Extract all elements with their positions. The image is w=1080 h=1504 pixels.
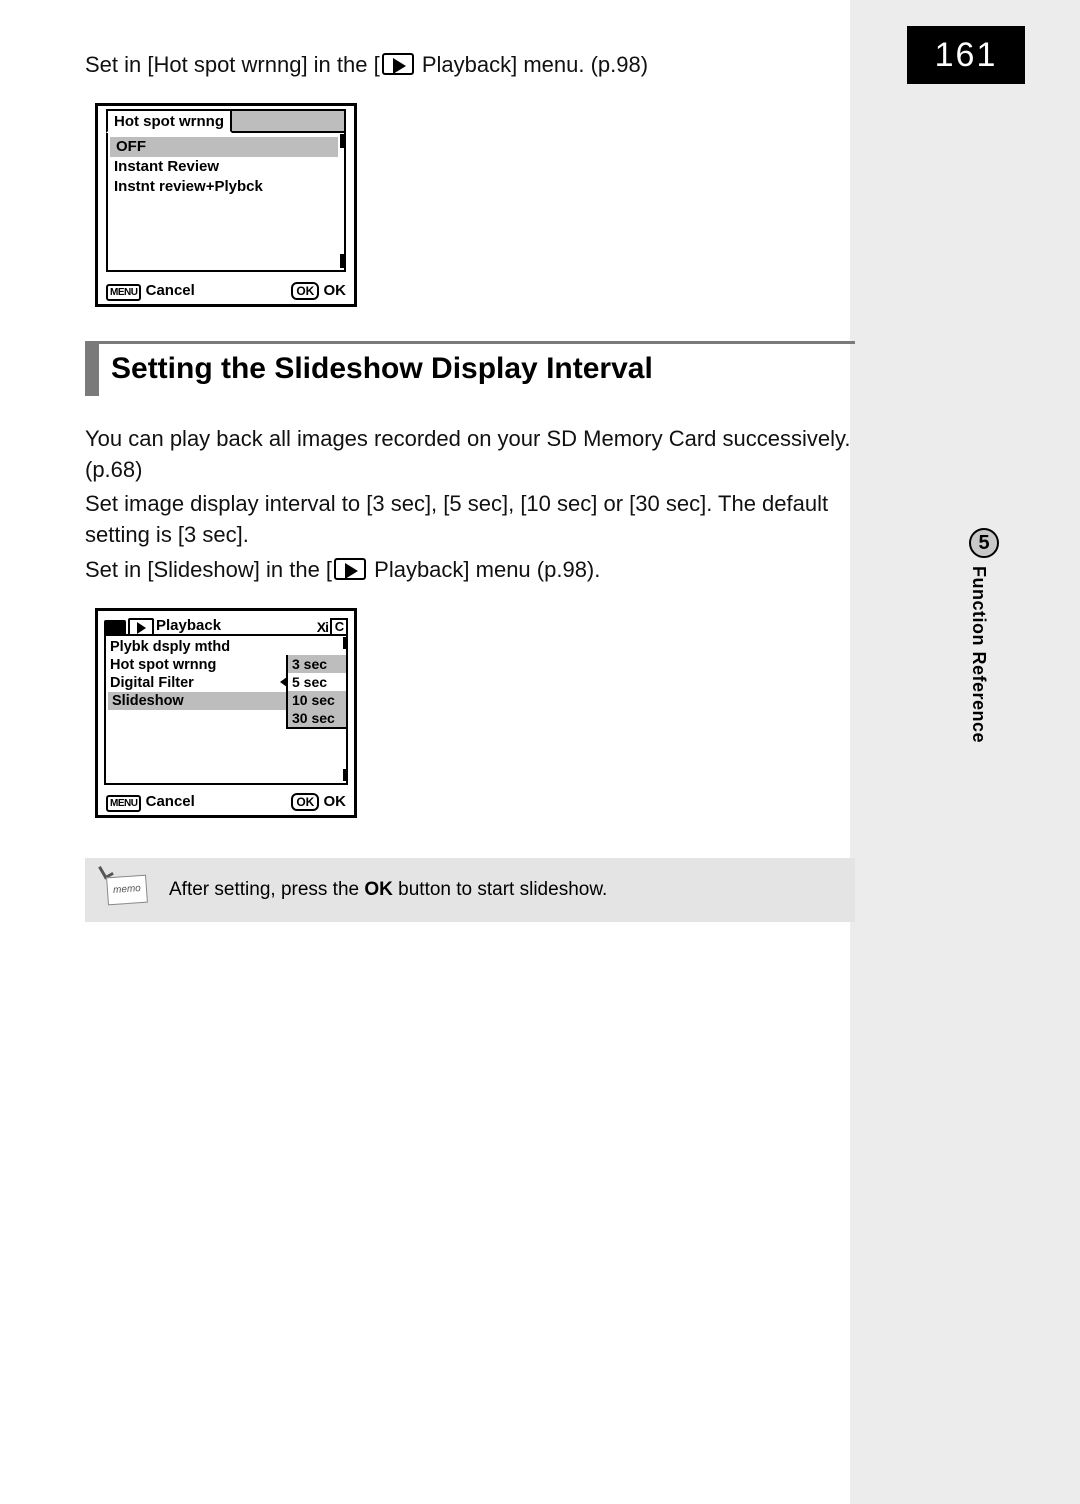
menu-button-icon: MENU	[106, 284, 141, 301]
section-heading: Setting the Slideshow Display Interval	[85, 341, 855, 396]
menu-row[interactable]: Plybk dsply mthd	[106, 638, 346, 656]
interval-option[interactable]: 5 sec	[288, 673, 346, 691]
cancel-text: Cancel	[146, 282, 195, 299]
playback-icon	[382, 53, 414, 75]
memo-text: After setting, press the OK button to st…	[169, 879, 607, 901]
chapter-indicator: 5 Function Reference	[968, 528, 1000, 743]
ok-label: OK OK	[291, 282, 346, 299]
camera-menu-hotspot: Hot spot wrnng OFF Instant Review Instnt…	[95, 103, 357, 307]
memo-text-b: button to start slideshow.	[393, 879, 607, 900]
interval-option[interactable]: 3 sec	[288, 655, 346, 673]
ok-button-icon: OK	[291, 282, 319, 300]
body-para-3: Set in [Slideshow] in the [ Playback] me…	[85, 555, 855, 586]
menu-footer: MENU Cancel OK OK	[98, 789, 354, 815]
cancel-text: Cancel	[146, 793, 195, 810]
body-para-3a: Set in [Slideshow] in the [	[85, 557, 332, 582]
page-side-bg	[850, 0, 1080, 1504]
camera-menu-slideshow: Playback Xi C Plybk dsply mthd Hot spot …	[95, 608, 357, 818]
scrollbar-indicator	[340, 134, 346, 148]
intro-text-b: Playback] menu. (p.98)	[416, 52, 648, 77]
body-para-1: You can play back all images recorded on…	[85, 424, 855, 486]
intro-text: Set in [Hot spot wrnng] in the [ Playbac…	[85, 50, 855, 81]
interval-option[interactable]: 30 sec	[288, 709, 346, 727]
option-dropdown: 3 sec 5 sec 10 sec 30 sec	[286, 655, 348, 729]
menu-tab-title: Hot spot wrnng	[106, 109, 232, 133]
ok-text: OK	[324, 282, 347, 299]
chapter-title: Function Reference	[968, 566, 989, 743]
menu-footer: MENU Cancel OK OK	[98, 278, 354, 304]
menu-option[interactable]: Instant Review	[108, 157, 340, 177]
interval-option[interactable]: 10 sec	[288, 691, 346, 709]
menu-button-icon: MENU	[106, 795, 141, 812]
ok-text: OK	[324, 793, 347, 810]
memo-icon: memo	[101, 872, 147, 908]
memo-text-bold: OK	[364, 879, 393, 900]
scrollbar-indicator	[343, 637, 348, 649]
memo-callout: memo After setting, press the OK button …	[85, 858, 855, 922]
menu-body: OFF Instant Review Instnt review+Plybck	[106, 131, 346, 272]
scrollbar-indicator	[343, 769, 348, 781]
menu-option[interactable]: Instnt review+Plybck	[108, 177, 340, 197]
ok-label: OK OK	[291, 793, 346, 810]
cancel-label: MENU Cancel	[106, 793, 195, 810]
page-number: 161	[907, 26, 1025, 84]
scrollbar-indicator	[340, 254, 346, 268]
playback-icon	[334, 558, 366, 580]
cancel-label: MENU Cancel	[106, 282, 195, 299]
menu-option[interactable]: OFF	[110, 137, 338, 157]
body-para-3b: Playback] menu (p.98).	[368, 557, 600, 582]
memo-text-a: After setting, press the	[169, 879, 364, 900]
ok-button-icon: OK	[291, 793, 319, 811]
chapter-number: 5	[969, 528, 999, 558]
tab-bar: Playback Xi C	[104, 614, 348, 636]
memo-label: memo	[106, 874, 148, 905]
intro-text-a: Set in [Hot spot wrnng] in the [	[85, 52, 380, 77]
body-para-2: Set image display interval to [3 sec], […	[85, 489, 855, 551]
setup-tab-icons: Xi	[317, 619, 328, 635]
